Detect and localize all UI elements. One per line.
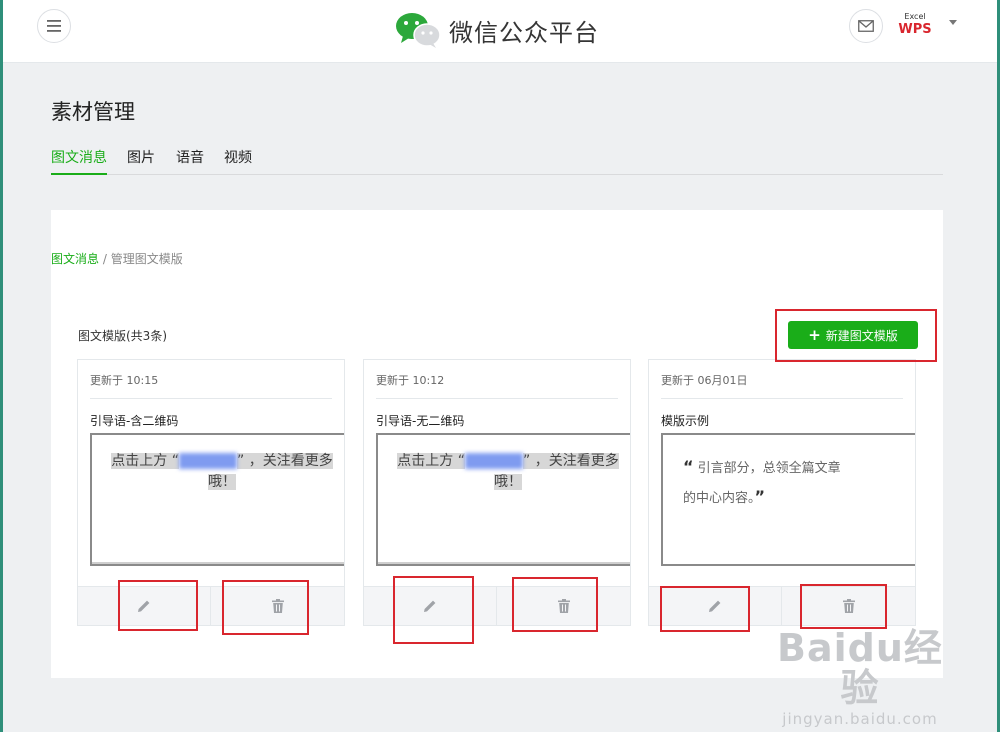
watermark-url: jingyan.baidu.com xyxy=(782,710,938,728)
blurred-account-name: xxxxxxx xyxy=(179,453,237,469)
preview-bottom-line xyxy=(378,562,630,564)
tab-images[interactable]: 图片 xyxy=(127,147,155,173)
tab-bar: 图文消息 图片 语音 视频 xyxy=(51,147,943,175)
breadcrumb-separator: / xyxy=(99,252,111,266)
brand-title: 微信公众平台 xyxy=(449,18,599,47)
wps-excel-logo[interactable]: Excel WPS xyxy=(897,12,933,37)
mail-icon xyxy=(858,20,874,32)
annotation-box-delete-2 xyxy=(512,577,598,632)
preview-quote: “ 引言部分，总领全篇文章 的中心内容。” xyxy=(683,453,893,513)
quote-text-line1: 引言部分，总领全篇文章 xyxy=(693,461,841,476)
card-divider xyxy=(90,398,332,399)
page-title: 素材管理 xyxy=(51,100,135,124)
window-edge-left xyxy=(0,0,3,732)
preview-text-start: 点击上方 “ xyxy=(397,453,465,469)
breadcrumb-current: 管理图文模版 xyxy=(110,252,183,266)
annotation-box-edit-1 xyxy=(118,580,198,631)
card-preview: 点击上方 “xxxxxxx” ，关注看更多 哦！ xyxy=(376,433,630,566)
wps-excel-label: Excel xyxy=(904,12,926,21)
annotation-box-new-button xyxy=(775,309,937,362)
blurred-account-name: xxxxxxx xyxy=(465,453,523,469)
card-divider xyxy=(661,398,903,399)
tab-news[interactable]: 图文消息 xyxy=(51,147,107,175)
template-count: 图文模版(共3条) xyxy=(78,329,167,343)
brand[interactable]: 微信公众平台 xyxy=(395,8,599,52)
watermark-brand: Baidu经验 xyxy=(777,626,943,710)
card-title: 模版示例 xyxy=(661,414,710,428)
preview-text: 点击上方 “xxxxxxx” ，关注看更多 哦！ xyxy=(110,451,334,493)
tab-video[interactable]: 视频 xyxy=(224,147,252,173)
card-updated-time: 更新于 10:15 xyxy=(90,374,159,387)
tab-voice[interactable]: 语音 xyxy=(176,147,204,173)
preview-text-line2: 哦！ xyxy=(208,474,236,490)
card-divider xyxy=(376,398,618,399)
card-updated-time: 更新于 06月01日 xyxy=(661,374,748,387)
card-title: 引导语-含二维码 xyxy=(90,414,179,428)
chevron-down-icon[interactable] xyxy=(949,20,957,25)
preview-bottom-line xyxy=(92,562,344,564)
wps-mark: WPS xyxy=(898,22,932,37)
annotation-box-delete-1 xyxy=(222,580,309,635)
preview-text-start: 点击上方 “ xyxy=(111,453,179,469)
preview-text-end: ” ，关注看更多 xyxy=(523,453,619,469)
preview-text: 点击上方 “xxxxxxx” ，关注看更多 哦！ xyxy=(396,451,620,493)
preview-text-line2: 哦！ xyxy=(494,474,522,490)
quote-close-mark: ” xyxy=(754,487,766,506)
card-preview: 点击上方 “xxxxxxx” ，关注看更多 哦！ xyxy=(90,433,344,566)
annotation-box-edit-3 xyxy=(660,586,750,632)
annotation-box-delete-3 xyxy=(800,584,887,629)
mail-button[interactable] xyxy=(849,9,883,43)
preview-text-end: ” ，关注看更多 xyxy=(237,453,333,469)
card-preview: “ 引言部分，总领全篇文章 的中心内容。” xyxy=(661,433,915,566)
breadcrumb-link[interactable]: 图文消息 xyxy=(51,252,99,266)
menu-icon xyxy=(47,20,61,32)
menu-button[interactable] xyxy=(37,9,71,43)
quote-text-line2: 的中心内容。 xyxy=(683,491,755,506)
card-title: 引导语-无二维码 xyxy=(376,414,465,428)
quote-open-mark: “ xyxy=(683,457,694,476)
wechat-logo xyxy=(396,13,441,48)
top-header: 微信公众平台 Excel WPS xyxy=(3,0,997,63)
annotation-box-edit-2 xyxy=(393,576,474,644)
baidu-watermark: Baidu经验 jingyan.baidu.com xyxy=(760,628,960,728)
card-updated-time: 更新于 10:12 xyxy=(376,374,445,387)
breadcrumb: 图文消息 / 管理图文模版 xyxy=(51,250,183,267)
